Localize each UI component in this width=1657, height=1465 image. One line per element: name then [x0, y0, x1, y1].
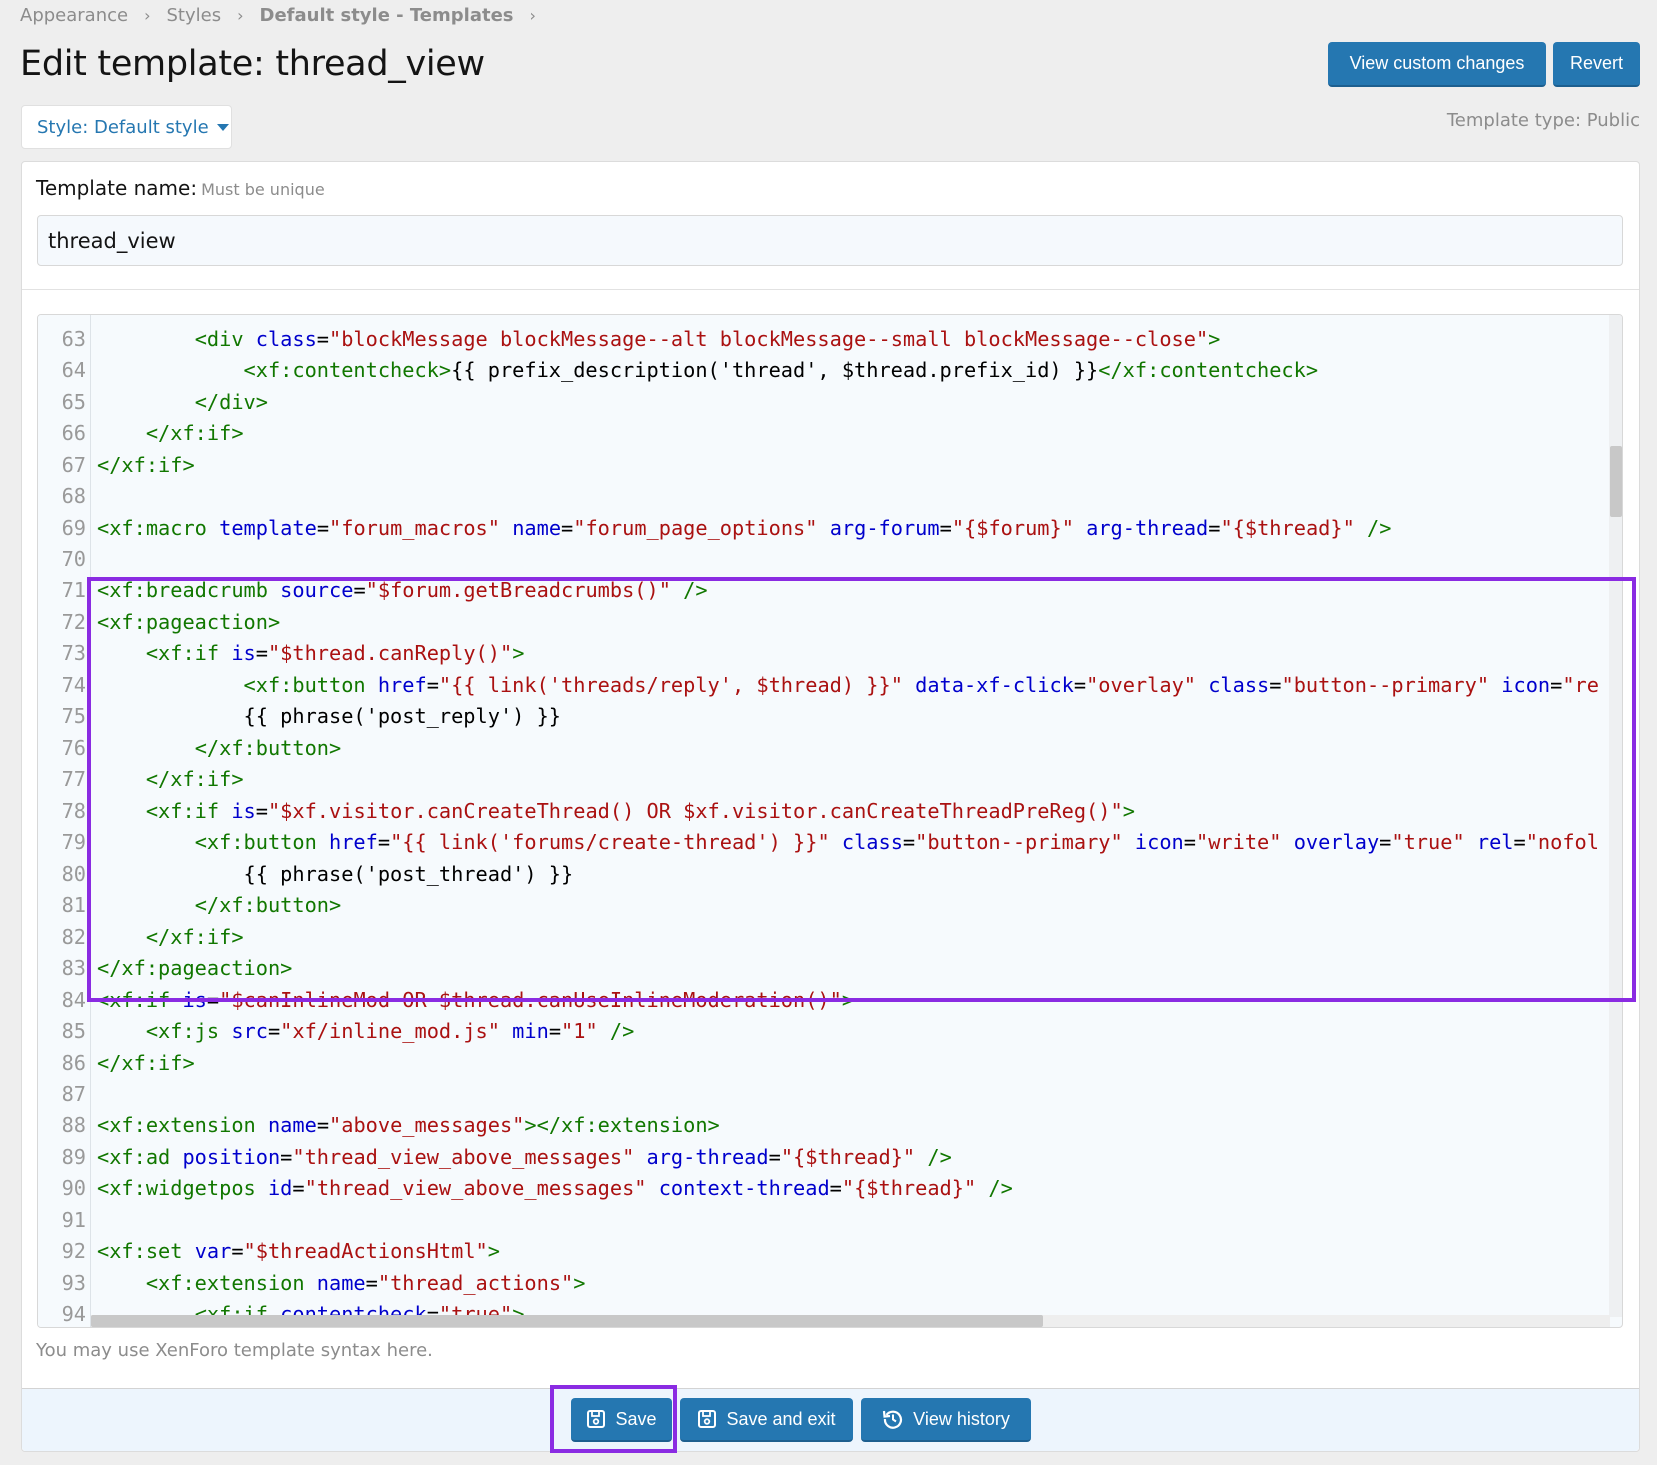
line-number: 67 [61, 452, 86, 477]
code-line: 89 <xf:ad position="thread_view_above_mes… [38, 1141, 1610, 1172]
line-number: 82 [61, 924, 86, 949]
line-code: <xf:contentcheck>{{ prefix_description('… [243, 358, 1319, 383]
save-and-exit-button[interactable]: Save and exit [680, 1398, 853, 1442]
line-number: 87 [61, 1081, 86, 1106]
code-line: 69 <xf:macro template="forum_macros" name… [38, 512, 1610, 543]
code-line: 85 <xf:js src="xf/inline_mod.js" min="1"… [38, 1015, 1610, 1046]
history-icon [883, 1410, 903, 1429]
line-number: 91 [61, 1207, 86, 1232]
line-number: 66 [61, 421, 86, 446]
save-and-exit-label: Save and exit [726, 1408, 836, 1429]
highlight-box-save [550, 1385, 677, 1453]
code-line: 66 </xf:if> [38, 417, 1610, 448]
template-type: Template type: Public [1446, 110, 1640, 131]
highlight-box-code [87, 577, 1636, 1002]
line-number: 80 [61, 861, 86, 886]
chevron-right-icon: › [237, 6, 244, 25]
breadcrumb-styles[interactable]: Styles [167, 5, 222, 26]
code-line: 87 [38, 1078, 1610, 1109]
line-number: 81 [61, 893, 86, 918]
code-line: 91 [38, 1204, 1610, 1235]
caret-down-icon [216, 123, 229, 131]
line-code: <xf:extension name="above_messages"></xf… [97, 1113, 720, 1138]
divider [22, 289, 1639, 290]
editor-hint: You may use XenForo template syntax here… [36, 1340, 433, 1361]
code-line: 93 <xf:extension name="thread_actions"> [38, 1267, 1610, 1298]
horizontal-scrollbar-thumb[interactable] [91, 1315, 1043, 1327]
line-code: <div class="blockMessage blockMessage--a… [194, 326, 1221, 351]
line-number: 88 [61, 1113, 86, 1138]
line-number: 73 [61, 641, 86, 666]
line-number: 65 [61, 389, 86, 414]
line-number: 76 [61, 735, 86, 760]
template-name-input[interactable]: thread_view [37, 215, 1623, 266]
line-number: 68 [61, 484, 86, 509]
line-code: </div> [194, 389, 268, 414]
code-line: 70 [38, 543, 1610, 574]
line-number: 64 [61, 358, 86, 383]
line-number: 69 [61, 515, 86, 540]
line-code: </xf:if> [97, 452, 195, 477]
line-code: </xf:if> [97, 1050, 195, 1075]
line-code: <xf:set var="$threadActionsHtml"> [97, 1239, 500, 1264]
breadcrumb-templates[interactable]: Default style - Templates [260, 5, 514, 26]
template-name-label-text: Template name: [36, 176, 198, 200]
line-number: 78 [61, 798, 86, 823]
page-title: Edit template: thread_view [20, 44, 485, 84]
line-number: 90 [61, 1176, 86, 1201]
code-line: 67 </xf:if> [38, 449, 1610, 480]
line-number: 71 [61, 578, 86, 603]
code-line: 64 <xf:contentcheck>{{ prefix_descriptio… [38, 354, 1610, 385]
line-number: 86 [61, 1050, 86, 1075]
breadcrumb-appearance[interactable]: Appearance [20, 5, 128, 26]
code-line: 86 </xf:if> [38, 1047, 1610, 1078]
line-number: 85 [61, 1019, 86, 1044]
code-line: 68 [38, 480, 1610, 511]
view-history-button[interactable]: View history [861, 1398, 1031, 1442]
floppy-disk-icon [698, 1410, 717, 1428]
line-code: <xf:widgetpos id="thread_view_above_mess… [97, 1176, 1013, 1201]
line-number: 92 [61, 1239, 86, 1264]
template-name-label: Template name: Must be unique [36, 176, 325, 200]
line-number: 63 [61, 326, 86, 351]
line-number: 74 [61, 672, 86, 697]
code-line: 90 <xf:widgetpos id="thread_view_above_me… [38, 1173, 1610, 1204]
revert-button[interactable]: Revert [1553, 42, 1640, 87]
view-history-label: View history [913, 1408, 1010, 1429]
code-line: 88 <xf:extension name="above_messages"></… [38, 1110, 1610, 1141]
style-selector[interactable]: Style: Default style [21, 105, 232, 149]
breadcrumb: Appearance › Styles › Default style - Temp… [20, 5, 552, 26]
line-number: 94 [61, 1302, 86, 1327]
view-custom-changes-button[interactable]: View custom changes [1328, 42, 1546, 87]
template-name-hint: Must be unique [201, 180, 325, 199]
line-number: 79 [61, 830, 86, 855]
line-code: <xf:js src="xf/inline_mod.js" min="1" /> [145, 1019, 635, 1044]
line-number: 83 [61, 956, 86, 981]
code-line: 65 </div> [38, 386, 1610, 417]
chevron-right-icon: › [529, 6, 536, 25]
line-number: 93 [61, 1270, 86, 1295]
line-code: </xf:if> [145, 421, 244, 446]
line-code: <xf:macro template="forum_macros" name="… [97, 515, 1392, 540]
line-number: 89 [61, 1144, 86, 1169]
code-line: 92 <xf:set var="$threadActionsHtml"> [38, 1236, 1610, 1267]
line-number: 84 [61, 987, 86, 1012]
line-code: <xf:extension name="thread_actions"> [145, 1270, 586, 1295]
line-code: <xf:ad position="thread_view_above_messa… [97, 1144, 952, 1169]
code-line: 63 <div class="blockMessage blockMessage… [38, 323, 1610, 354]
line-number: 72 [61, 609, 86, 634]
line-number: 77 [61, 767, 86, 792]
vertical-scrollbar-thumb[interactable] [1610, 446, 1622, 517]
style-selector-label: Style: Default style [37, 116, 209, 138]
line-number: 70 [61, 547, 86, 572]
chevron-right-icon: › [144, 6, 151, 25]
line-number: 75 [61, 704, 86, 729]
